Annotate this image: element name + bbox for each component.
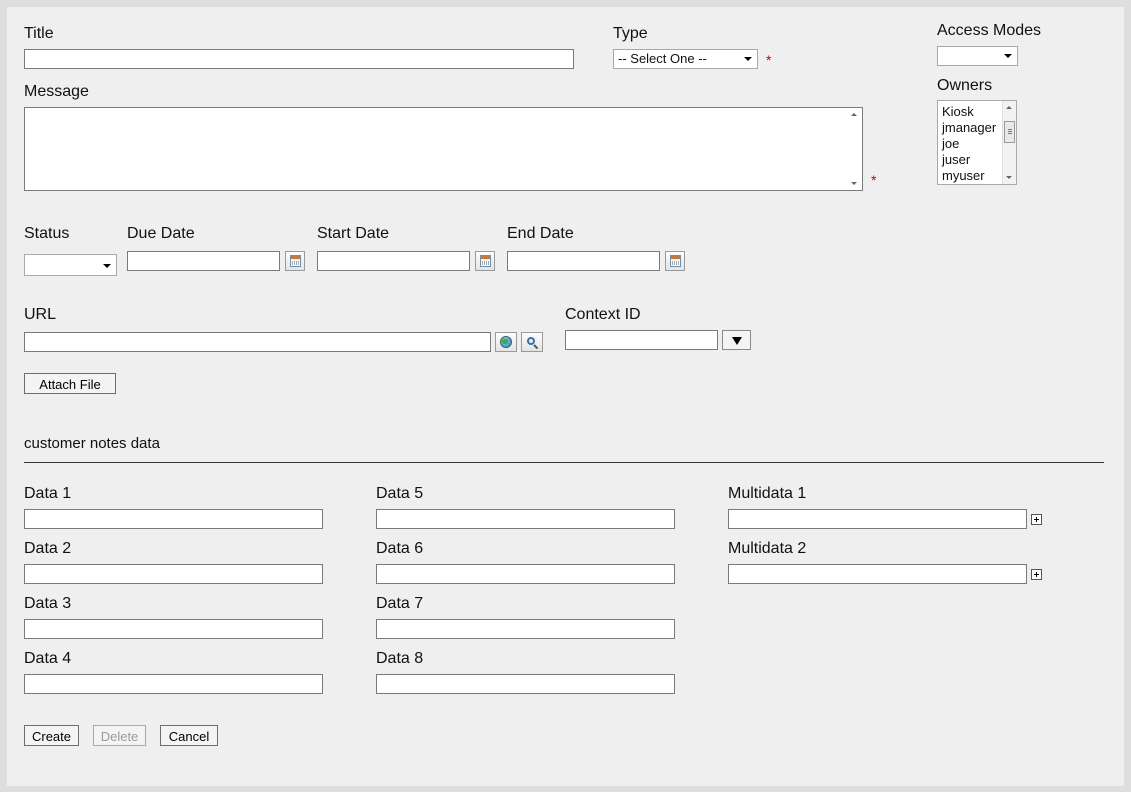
status-label: Status [24,225,70,242]
message-required-mark: * [871,172,877,188]
due-date-calendar-icon[interactable] [285,251,305,271]
scroll-up-icon[interactable] [851,113,857,116]
scroll-up-icon[interactable] [1006,106,1012,109]
owners-listbox[interactable]: Kiosk jmanager joe juser myuser [937,100,1017,185]
data8-input[interactable] [376,674,675,694]
data7-input[interactable] [376,619,675,639]
create-button[interactable]: Create [24,725,79,746]
owners-label: Owners [937,77,993,94]
data4-input[interactable] [24,674,323,694]
context-id-label: Context ID [565,306,641,323]
access-modes-label: Access Modes [937,22,1042,39]
triangle-down-icon [732,337,742,345]
start-date-input[interactable] [317,251,470,271]
data7-label: Data 7 [376,595,424,612]
data2-input[interactable] [24,564,323,584]
message-scrollbar[interactable] [848,108,862,190]
url-input[interactable] [24,332,491,352]
multidata2-label: Multidata 2 [728,540,807,557]
data3-input[interactable] [24,619,323,639]
chevron-down-icon [103,264,111,268]
message-textarea[interactable] [24,107,863,191]
url-label: URL [24,306,57,323]
end-date-calendar-icon[interactable] [665,251,685,271]
due-date-input[interactable] [127,251,280,271]
scroll-thumb[interactable] [1004,121,1015,143]
data5-input[interactable] [376,509,675,529]
status-select[interactable] [24,254,117,276]
type-label: Type [613,25,648,42]
type-select-value: -- Select One -- [618,51,707,66]
data4-label: Data 4 [24,650,72,667]
owner-option[interactable]: myuser [942,168,985,184]
attach-file-button[interactable]: Attach File [24,373,116,394]
cancel-button[interactable]: Cancel [160,725,218,746]
multidata1-label: Multidata 1 [728,485,807,502]
context-id-input[interactable] [565,330,718,350]
message-label: Message [24,83,89,100]
section-divider [24,462,1104,463]
data1-label: Data 1 [24,485,72,502]
data2-label: Data 2 [24,540,72,557]
owner-option[interactable]: Kiosk [942,104,974,120]
access-modes-select[interactable] [937,46,1018,66]
delete-button[interactable]: Delete [93,725,146,746]
owner-option[interactable]: joe [942,136,959,152]
start-date-label: Start Date [317,225,390,242]
title-input[interactable] [24,49,574,69]
data6-label: Data 6 [376,540,424,557]
globe-icon[interactable] [495,332,517,352]
data3-label: Data 3 [24,595,72,612]
type-required-mark: * [766,52,772,68]
title-label: Title [24,25,54,42]
section-title: customer notes data [24,435,160,452]
note-form-panel: Title Type -- Select One -- * Access Mod… [7,7,1124,786]
chevron-down-icon [1004,54,1012,58]
end-date-input[interactable] [507,251,660,271]
context-id-dropdown-button[interactable] [722,330,751,350]
data8-label: Data 8 [376,650,424,667]
data1-input[interactable] [24,509,323,529]
scroll-down-icon[interactable] [851,182,857,185]
chevron-down-icon [744,57,752,61]
type-select[interactable]: -- Select One -- [613,49,758,69]
owner-option[interactable]: juser [942,152,970,168]
end-date-label: End Date [507,225,574,242]
data6-input[interactable] [376,564,675,584]
add-multidata2-plus-icon[interactable] [1031,569,1042,580]
scroll-down-icon[interactable] [1006,176,1012,179]
multidata2-input[interactable] [728,564,1027,584]
start-date-calendar-icon[interactable] [475,251,495,271]
owner-option[interactable]: jmanager [942,120,996,136]
due-date-label: Due Date [127,225,195,242]
magnifier-icon[interactable] [521,332,543,352]
data5-label: Data 5 [376,485,424,502]
multidata1-input[interactable] [728,509,1027,529]
add-multidata1-plus-icon[interactable] [1031,514,1042,525]
owners-scrollbar[interactable] [1002,101,1016,184]
